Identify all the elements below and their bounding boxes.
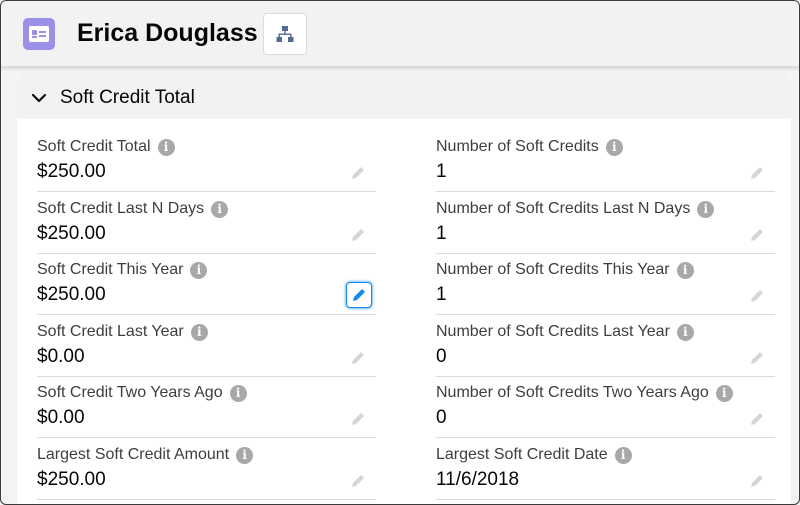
edit-pencil-icon[interactable] (350, 473, 366, 489)
field-largest-soft-credit-date: Largest Soft Credit Date i 11/6/2018 (436, 443, 775, 500)
edit-pencil-icon (353, 289, 365, 301)
info-icon[interactable]: i (190, 261, 208, 279)
section-header[interactable]: Soft Credit Total (17, 77, 791, 119)
field-label: Soft Credit Total (37, 138, 151, 155)
field-soft-credit-two-years-ago: Soft Credit Two Years Ago i $0.00 (37, 381, 376, 438)
info-icon[interactable]: i (676, 261, 694, 279)
hierarchy-icon (276, 26, 294, 42)
field-number-of-soft-credits-last-year: Number of Soft Credits Last Year i 0 (436, 320, 775, 377)
record-page: Erica Douglass Soft Credit Total Soft Cr… (0, 0, 800, 505)
info-icon[interactable]: i (676, 323, 694, 341)
edit-field-button[interactable] (346, 282, 372, 308)
edit-pencil-icon[interactable] (749, 288, 765, 304)
edit-pencil-icon[interactable] (749, 350, 765, 366)
field-soft-credit-last-n-days: Soft Credit Last N Days i $250.00 (37, 197, 376, 254)
edit-pencil-icon[interactable] (350, 350, 366, 366)
field-number-of-soft-credits-last-n-days: Number of Soft Credits Last N Days i 1 (436, 197, 775, 254)
info-icon[interactable]: i (605, 138, 623, 156)
field-number-of-soft-credits-two-years-ago: Number of Soft Credits Two Years Ago i 0 (436, 381, 775, 438)
field-number-of-soft-credits: Number of Soft Credits i 1 (436, 135, 775, 192)
details-card: Soft Credit Total Soft Credit Total i $25… (17, 77, 791, 504)
field-value: $250.00 (37, 161, 106, 182)
field-label: Soft Credit Two Years Ago (37, 384, 223, 401)
field-label: Soft Credit Last N Days (37, 200, 205, 217)
chevron-down-icon[interactable] (31, 91, 47, 105)
record-name: Erica Douglass (77, 19, 258, 47)
field-value: $0.00 (37, 346, 85, 367)
section-title: Soft Credit Total (60, 87, 195, 108)
info-icon[interactable]: i (236, 446, 254, 464)
field-value: $250.00 (37, 469, 106, 490)
field-label: Number of Soft Credits Two Years Ago (436, 384, 709, 401)
field-soft-credit-this-year: Soft Credit This Year i $250.00 (37, 258, 376, 315)
field-largest-soft-credit-amount: Largest Soft Credit Amount i $250.00 (37, 443, 376, 500)
field-value: 1 (436, 223, 447, 244)
field-label: Number of Soft Credits Last N Days (436, 200, 691, 217)
field-label: Soft Credit Last Year (37, 323, 184, 340)
edit-pencil-icon[interactable] (350, 165, 366, 181)
field-label: Number of Soft Credits Last Year (436, 323, 670, 340)
field-value: 1 (436, 161, 447, 182)
edit-pencil-icon[interactable] (749, 227, 765, 243)
field-value: 0 (436, 407, 447, 428)
field-soft-credit-last-year: Soft Credit Last Year i $0.00 (37, 320, 376, 377)
field-label: Largest Soft Credit Amount (37, 446, 230, 463)
info-icon[interactable]: i (157, 138, 175, 156)
field-number-of-soft-credits-this-year: Number of Soft Credits This Year i 1 (436, 258, 775, 315)
info-icon[interactable]: i (211, 200, 229, 218)
view-hierarchy-button[interactable] (263, 13, 307, 55)
info-icon[interactable]: i (614, 446, 632, 464)
field-value: $250.00 (37, 284, 106, 305)
info-icon[interactable]: i (190, 323, 208, 341)
info-icon[interactable]: i (697, 200, 715, 218)
edit-pencil-icon[interactable] (749, 165, 765, 181)
field-label: Soft Credit This Year (37, 261, 184, 278)
edit-pencil-icon[interactable] (749, 411, 765, 427)
edit-pencil-icon[interactable] (350, 227, 366, 243)
field-label: Number of Soft Credits This Year (436, 261, 670, 278)
contact-card-icon (23, 18, 55, 50)
field-value: 1 (436, 284, 447, 305)
field-value: 11/6/2018 (436, 469, 520, 490)
field-value: $250.00 (37, 223, 106, 244)
edit-pencil-icon[interactable] (749, 473, 765, 489)
edit-pencil-icon[interactable] (350, 411, 366, 427)
field-label: Number of Soft Credits (436, 138, 599, 155)
field-value: 0 (436, 346, 447, 367)
info-icon[interactable]: i (229, 384, 247, 402)
field-soft-credit-total: Soft Credit Total i $250.00 (37, 135, 376, 192)
field-value: $0.00 (37, 407, 85, 428)
info-icon[interactable]: i (715, 384, 733, 402)
record-header: Erica Douglass (1, 1, 799, 67)
field-label: Largest Soft Credit Date (436, 446, 608, 463)
